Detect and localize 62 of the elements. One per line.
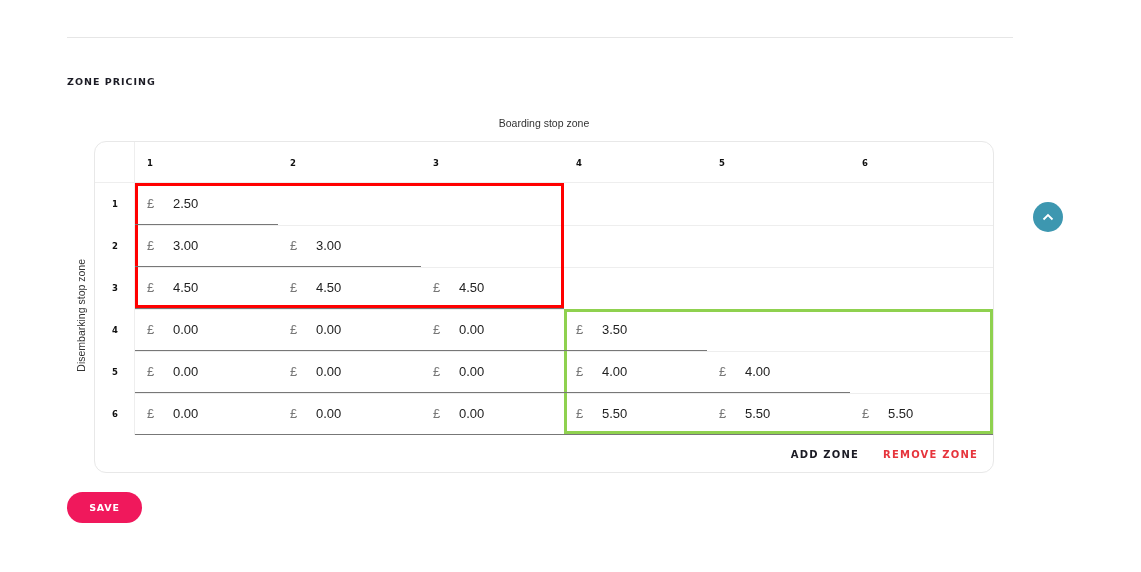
column-header: 1	[147, 157, 153, 168]
currency-symbol: £	[147, 280, 156, 295]
price-field[interactable]: £ 4.00	[707, 351, 850, 393]
currency-symbol: £	[719, 406, 728, 421]
currency-symbol: £	[290, 238, 299, 253]
column-header: 5	[719, 157, 725, 168]
currency-symbol: £	[433, 406, 442, 421]
price-field[interactable]: £ 0.00	[135, 393, 278, 435]
currency-symbol: £	[290, 364, 299, 379]
chevron-up-icon	[1042, 213, 1054, 221]
price-field[interactable]: £ 0.00	[135, 309, 278, 351]
currency-symbol: £	[433, 322, 442, 337]
currency-symbol: £	[290, 322, 299, 337]
column-header: 6	[862, 157, 868, 168]
price-field[interactable]: £ 0.00	[278, 351, 421, 393]
price-field[interactable]: £ 2.50	[135, 183, 278, 225]
currency-symbol: £	[433, 280, 442, 295]
currency-symbol: £	[147, 196, 156, 211]
row-header: 5	[112, 367, 118, 377]
add-zone-button[interactable]: ADD ZONE	[790, 449, 860, 460]
price-field[interactable]: £ 3.00	[278, 225, 421, 267]
row-axis-label: Disembarking stop zone	[74, 258, 87, 372]
price-field[interactable]: £ 0.00	[421, 393, 564, 435]
section-title: ZONE PRICING	[67, 76, 156, 87]
row-header: 4	[112, 325, 118, 335]
column-header: 2	[290, 157, 296, 168]
currency-symbol: £	[147, 238, 156, 253]
price-field[interactable]: £ 5.50	[850, 393, 993, 435]
price-field[interactable]: £ 3.00	[135, 225, 278, 267]
price-field[interactable]: £ 3.50	[564, 309, 707, 351]
price-field[interactable]: £ 4.50	[135, 267, 278, 309]
currency-symbol: £	[290, 406, 299, 421]
currency-symbol: £	[290, 280, 299, 295]
scroll-top-button[interactable]	[1033, 202, 1063, 232]
price-field[interactable]: £ 0.00	[135, 351, 278, 393]
row-header: 3	[112, 283, 118, 293]
row-header: 2	[112, 241, 118, 251]
currency-symbol: £	[576, 364, 585, 379]
currency-symbol: £	[147, 322, 156, 337]
price-field[interactable]: £ 4.50	[278, 267, 421, 309]
price-field[interactable]: £ 0.00	[278, 393, 421, 435]
price-field[interactable]: £ 5.50	[564, 393, 707, 435]
currency-symbol: £	[576, 406, 585, 421]
price-field[interactable]: £ 5.50	[707, 393, 850, 435]
row-header: 1	[112, 199, 118, 209]
price-field[interactable]: £ 0.00	[421, 351, 564, 393]
price-field[interactable]: £ 4.00	[564, 351, 707, 393]
price-field[interactable]: £ 0.00	[421, 309, 564, 351]
column-header: 4	[576, 157, 582, 168]
row-header: 6	[112, 409, 118, 419]
column-header: 3	[433, 157, 439, 168]
currency-symbol: £	[719, 364, 728, 379]
column-axis-label: Boarding stop zone	[498, 117, 590, 129]
price-field[interactable]: £ 0.00	[278, 309, 421, 351]
currency-symbol: £	[576, 322, 585, 337]
currency-symbol: £	[147, 406, 156, 421]
price-field[interactable]: £ 4.50	[421, 267, 564, 309]
save-button[interactable]: SAVE	[67, 492, 142, 523]
currency-symbol: £	[147, 364, 156, 379]
currency-symbol: £	[862, 406, 871, 421]
currency-symbol: £	[433, 364, 442, 379]
remove-zone-button[interactable]: REMOVE ZONE	[883, 449, 978, 460]
